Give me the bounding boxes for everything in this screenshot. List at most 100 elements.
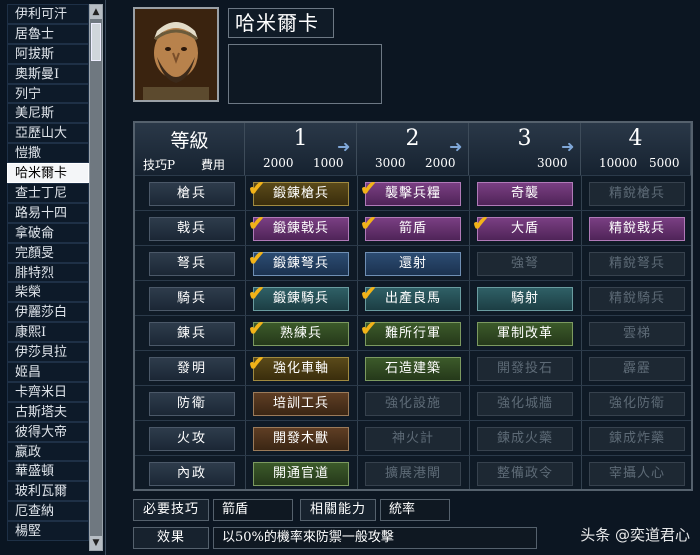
skill-button[interactable]: 精銳戟兵 xyxy=(589,217,685,241)
character-list-item[interactable]: 卡齊米日 xyxy=(7,381,89,402)
character-name: 哈米爾卡 xyxy=(228,8,334,38)
character-list-item[interactable]: 奧斯曼Ⅰ xyxy=(7,63,89,84)
level-header-3: 3 3000 ➜ xyxy=(469,123,581,175)
skill-button[interactable]: 開發木獸 xyxy=(253,427,349,451)
skill-row: 戟兵 鍛錬戟兵 ✔ 箭盾 ✔ 大盾 ✔ 精銳戟兵 xyxy=(135,210,691,245)
character-list-item[interactable]: 路易十四 xyxy=(7,202,89,223)
character-list-item[interactable]: 伊利可汗 xyxy=(7,4,89,24)
skill-button[interactable]: 開發投石 xyxy=(477,357,573,381)
character-list-item[interactable]: 嬴政 xyxy=(7,441,89,462)
skill-name: 整備政令 xyxy=(496,466,553,481)
skill-button[interactable]: 培訓工兵 xyxy=(253,392,349,416)
character-list-item[interactable]: 康熙Ⅰ xyxy=(7,322,89,343)
skill-button[interactable]: 鍊成火藥 xyxy=(477,427,573,451)
skill-category-label: 防衛 xyxy=(149,392,235,416)
skill-button[interactable]: 精銳騎兵 xyxy=(589,287,685,311)
character-list-item[interactable]: 愷撒 xyxy=(7,143,89,164)
level-header-1: 1 2000 1000 ➜ xyxy=(245,123,357,175)
skill-button[interactable]: 強化設施 xyxy=(365,392,461,416)
character-list-item[interactable]: 厄查納 xyxy=(7,501,89,522)
check-mark-icon: ✔ xyxy=(248,351,266,375)
skill-button[interactable]: 神火計 xyxy=(365,427,461,451)
skill-button[interactable]: 強化車軸 ✔ xyxy=(248,353,349,381)
character-list-item[interactable]: 伊莎貝拉 xyxy=(7,342,89,363)
level-skill-points: 2000 xyxy=(263,156,294,170)
skill-name: 大盾 xyxy=(510,221,539,236)
character-list[interactable]: 伊利可汗 居魯士 阿拔斯 奧斯曼Ⅰ 列宁 美尼斯 亞歷山大 愷撒 哈米爾卡 查士丁尼 路易十四 拿破侖… xyxy=(7,4,89,542)
character-list-item[interactable]: 查士丁尼 xyxy=(7,183,89,203)
skill-button[interactable]: 鍊成炸藥 xyxy=(589,427,685,451)
character-list-item[interactable]: 伊麗莎白 xyxy=(7,302,89,323)
character-list-item[interactable]: 玻利瓦爾 xyxy=(7,481,89,502)
watermark-text: 头条 @奕道君心 xyxy=(580,526,690,544)
skill-button[interactable]: 強化城牆 xyxy=(477,392,573,416)
character-list-item[interactable]: 阿拔斯 xyxy=(7,43,89,64)
skill-button[interactable]: 奇襲 xyxy=(477,182,573,206)
skill-button[interactable]: 箭盾 ✔ xyxy=(360,213,461,241)
skill-button[interactable]: 出產良馬 ✔ xyxy=(360,283,461,311)
scroll-up-icon[interactable]: ▲ xyxy=(90,5,102,19)
character-list-item[interactable]: 亞歷山大 xyxy=(7,123,89,144)
character-list-item[interactable]: 腓特烈 xyxy=(7,262,89,283)
character-list-item[interactable]: 拿破侖 xyxy=(7,222,89,243)
level-cost: 3000 xyxy=(537,156,568,170)
character-list-item[interactable]: 古斯塔夫 xyxy=(7,401,89,422)
character-list-item[interactable]: 華盛頓 xyxy=(7,461,89,482)
skill-button[interactable]: 強化防衛 xyxy=(589,392,685,416)
check-mark-icon: ✔ xyxy=(360,281,378,305)
skill-button[interactable]: 開通官道 xyxy=(253,462,349,486)
character-list-item[interactable]: 彼得大帝 xyxy=(7,421,89,442)
character-list-item[interactable]: 居魯士 xyxy=(7,23,89,44)
skill-row: 火攻 開發木獸 神火計 鍊成火藥 鍊成炸藥 xyxy=(135,420,691,455)
check-mark-icon: ✔ xyxy=(248,246,266,270)
scroll-down-icon[interactable]: ▼ xyxy=(90,536,102,550)
character-list-item[interactable]: 哈米爾卡 xyxy=(7,163,89,184)
skill-button[interactable]: 襲擊兵糧 ✔ xyxy=(360,178,461,206)
skill-button[interactable]: 騎射 xyxy=(477,287,573,311)
character-list-item[interactable]: 柴榮 xyxy=(7,282,89,303)
skill-button[interactable]: 雲梯 xyxy=(589,322,685,346)
header-skill-points-label: 技巧P xyxy=(143,158,176,172)
list-scrollbar[interactable]: ▲ ▼ xyxy=(89,4,103,551)
character-list-item[interactable]: 美尼斯 xyxy=(7,103,89,124)
check-mark-icon: ✔ xyxy=(360,316,378,340)
skill-button[interactable]: 鍛錬騎兵 ✔ xyxy=(248,283,349,311)
skill-button[interactable]: 整備政令 xyxy=(477,462,573,486)
skill-category-label: 發明 xyxy=(149,357,235,381)
character-description-box xyxy=(228,44,382,104)
skill-name: 鍛錬騎兵 xyxy=(272,291,329,306)
skill-button[interactable]: 鍛錬戟兵 ✔ xyxy=(248,213,349,241)
skill-button[interactable]: 鍛錬弩兵 ✔ xyxy=(248,248,349,276)
skill-button[interactable]: 鍛錬槍兵 ✔ xyxy=(248,178,349,206)
skill-name: 神火計 xyxy=(391,431,434,446)
character-list-item[interactable]: 楊堅 xyxy=(7,521,89,542)
skill-row: 槍兵 鍛錬槍兵 ✔ 襲擊兵糧 ✔ 奇襲 精銳槍兵 xyxy=(135,175,691,210)
scroll-thumb[interactable] xyxy=(91,23,101,61)
skill-button[interactable]: 大盾 ✔ xyxy=(472,213,573,241)
character-list-item[interactable]: 完顏旻 xyxy=(7,242,89,263)
skill-category-label: 戟兵 xyxy=(149,217,235,241)
skill-name: 襲擊兵糧 xyxy=(384,186,441,201)
skill-button[interactable]: 石造建築 xyxy=(365,357,461,381)
level-cost: 1000 xyxy=(313,156,344,170)
character-portrait xyxy=(133,7,219,102)
skill-name: 騎射 xyxy=(510,291,539,306)
skill-button[interactable]: 精銳槍兵 xyxy=(589,182,685,206)
skill-button[interactable]: 軍制改革 xyxy=(477,322,573,346)
character-list-item[interactable]: 列宁 xyxy=(7,83,89,104)
skill-button[interactable]: 宰攝人心 xyxy=(589,462,685,486)
skill-button[interactable]: 精銳弩兵 xyxy=(589,252,685,276)
skill-button[interactable]: 難所行軍 ✔ xyxy=(360,318,461,346)
character-list-item[interactable]: 姬昌 xyxy=(7,362,89,382)
skill-button[interactable]: 還射 xyxy=(365,252,461,276)
skill-name: 精銳槍兵 xyxy=(608,186,665,201)
arrow-right-icon: ➜ xyxy=(449,137,463,156)
skill-name: 鍛錬槍兵 xyxy=(272,186,329,201)
skill-button[interactable]: 擴展港閘 xyxy=(365,462,461,486)
skill-name: 強弩 xyxy=(510,256,539,271)
skill-button[interactable]: 霹靂 xyxy=(589,357,685,381)
header-cost-label: 費用 xyxy=(201,158,226,172)
skill-button[interactable]: 熟練兵 ✔ xyxy=(248,318,349,346)
skill-button[interactable]: 強弩 xyxy=(477,252,573,276)
grid-header-corner: 等級 技巧P 費用 xyxy=(135,123,245,175)
